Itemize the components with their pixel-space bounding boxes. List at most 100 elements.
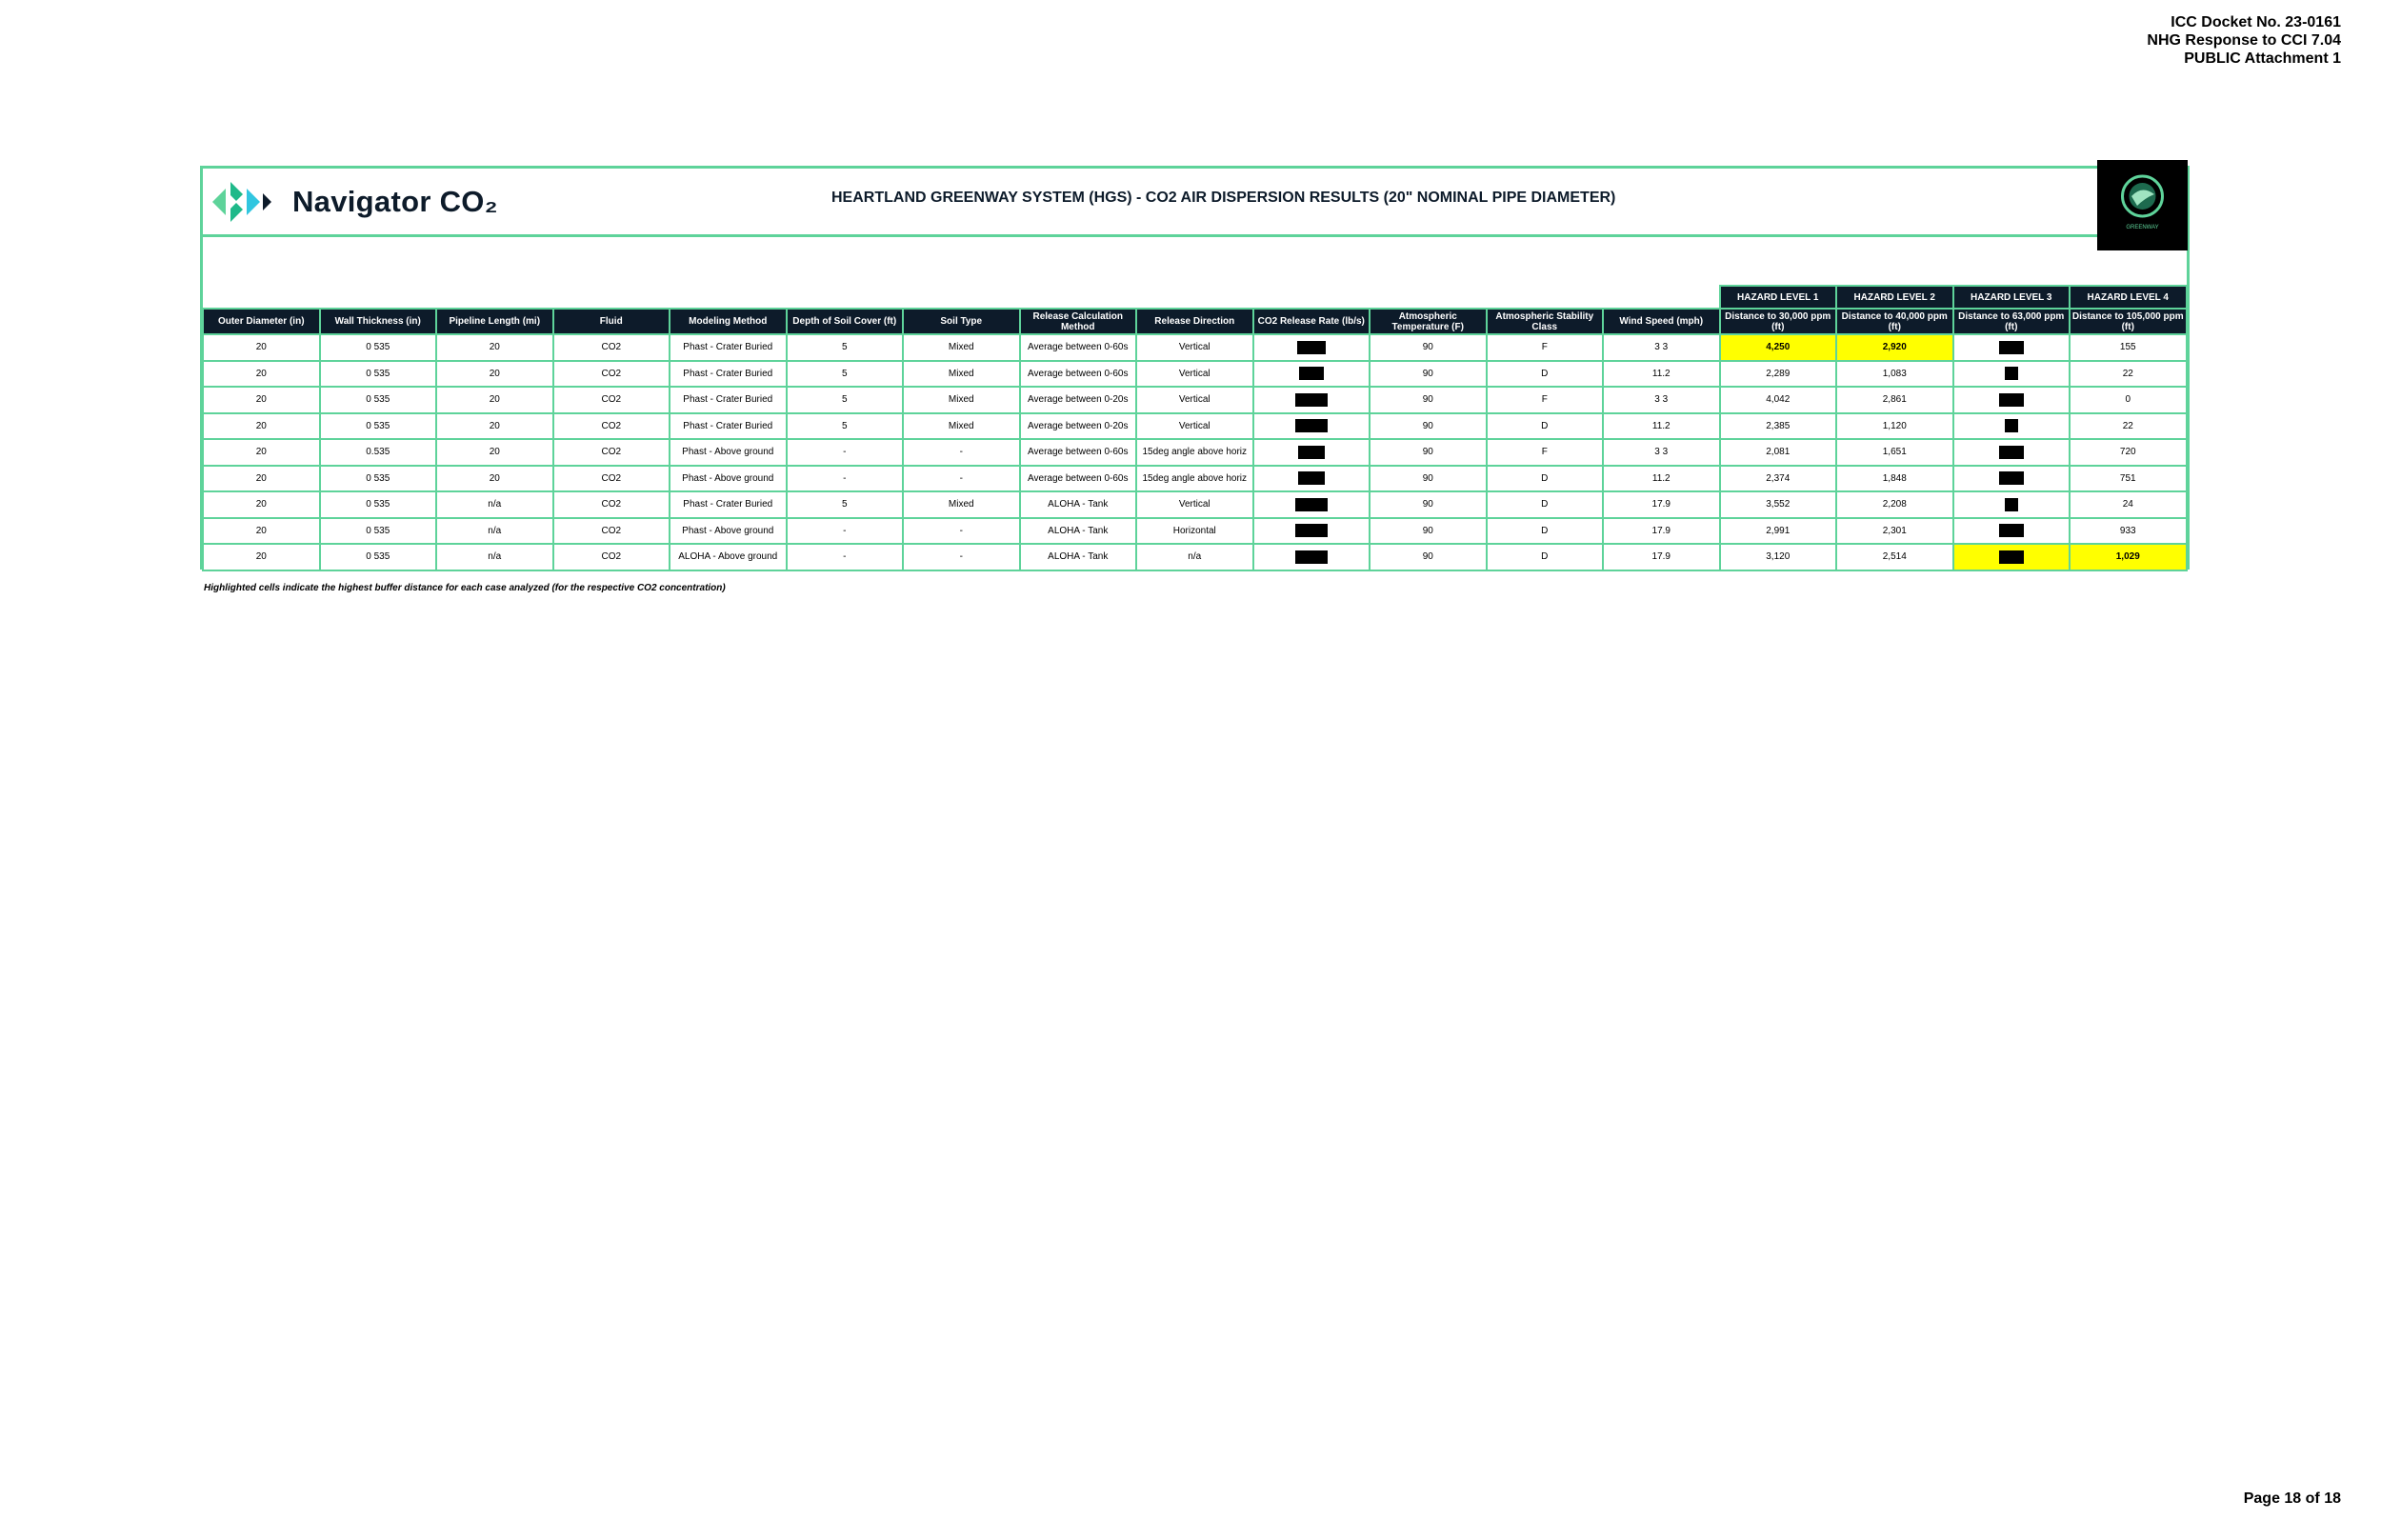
table-cell: 17.9	[1602, 490, 1721, 519]
table-cell: 1,029	[2069, 543, 2188, 571]
table-cell: 20	[435, 386, 554, 414]
table-cell: 17.9	[1602, 543, 1721, 571]
table-cell: 90	[1369, 438, 1488, 467]
dispersion-results-table: HAZARD LEVEL 1 HAZARD LEVEL 2 HAZARD LEV…	[202, 285, 2188, 571]
col-distance-63000: Distance to 63,000 ppm (ft)	[1951, 308, 2071, 335]
table-cell: F	[1485, 438, 1604, 467]
table-cell: Mixed	[902, 359, 1021, 388]
table-cell: 0	[2069, 386, 2188, 414]
table-cell: 0 535	[318, 516, 437, 545]
redaction-box	[1294, 419, 1328, 433]
table-cell: Mixed	[902, 386, 1021, 414]
table-cell: 5	[785, 386, 904, 414]
redaction-box	[1998, 550, 2024, 564]
redaction-box	[2004, 419, 2018, 433]
table-cell	[1951, 543, 2071, 571]
table-cell: -	[785, 464, 904, 492]
table-cell: 90	[1369, 543, 1488, 571]
navigator-mark-icon	[212, 182, 271, 222]
table-body: 20 0 535 20 CO2 Phast - Crater Buried 5 Mixed A…	[202, 333, 2188, 571]
docket-info: ICC Docket No. 23-0161 NHG Response to C…	[2147, 13, 2341, 68]
report-header: Navigator CO₂ HEARTLAND GREENWAY SYSTEM …	[203, 169, 2187, 237]
table-cell: 0 535	[318, 411, 437, 440]
table-row: 20 0.535 20 CO2 Phast - Above ground - - Averag…	[202, 438, 2188, 467]
table-cell: CO2	[551, 516, 670, 545]
table-cell: ALOHA - Tank	[1018, 543, 1137, 571]
table-cell: 5	[785, 333, 904, 362]
col-distance-40000: Distance to 40,000 ppm (ft)	[1835, 308, 1954, 335]
table-row: 20 0 535 20 CO2 Phast - Crater Buried 5 Mixed A…	[202, 386, 2188, 414]
table-cell: Horizontal	[1135, 516, 1254, 545]
table-cell: CO2	[551, 543, 670, 571]
table-cell: 11.2	[1602, 411, 1721, 440]
col-distance-105000: Distance to 105,000 ppm (ft)	[2069, 308, 2188, 335]
table-cell: Phast - Above ground	[669, 464, 788, 492]
table-cell: 0 535	[318, 333, 437, 362]
table-cell: 5	[785, 359, 904, 388]
table-cell: Phast - Crater Buried	[669, 490, 788, 519]
col-modeling-method: Modeling Method	[669, 308, 788, 335]
table-cell: 3,120	[1718, 543, 1837, 571]
table-cell	[1251, 333, 1371, 362]
table-cell: Average between 0-60s	[1018, 464, 1137, 492]
table-cell	[1951, 438, 2071, 467]
table-cell: 15deg angle above horiz	[1135, 464, 1254, 492]
table-cell: n/a	[435, 543, 554, 571]
table-row: 20 0 535 20 CO2 Phast - Crater Buried 5 Mixed A…	[202, 359, 2188, 388]
logo-text: Navigator CO₂	[292, 185, 498, 218]
table-cell: CO2	[551, 490, 670, 519]
table-cell: 1,120	[1835, 411, 1954, 440]
table-cell: 2,920	[1835, 333, 1954, 362]
table-cell: 2,289	[1718, 359, 1837, 388]
table-cell	[1251, 490, 1371, 519]
table-cell: -	[902, 438, 1021, 467]
table-cell: 4,042	[1718, 386, 1837, 414]
table-cell: D	[1485, 543, 1604, 571]
table-cell: Average between 0-20s	[1018, 411, 1137, 440]
table-cell: Phast - Crater Buried	[669, 333, 788, 362]
table-cell	[1951, 359, 2071, 388]
redaction-box	[1294, 392, 1328, 407]
table-cell: Vertical	[1135, 490, 1254, 519]
table-cell: n/a	[435, 516, 554, 545]
redaction-box	[1297, 445, 1325, 459]
redaction-box	[1998, 392, 2024, 407]
table-cell: Vertical	[1135, 411, 1254, 440]
table-row: 20 0 535 n/a CO2 Phast - Crater Buried 5 Mixed…	[202, 490, 2188, 519]
redaction-box	[1998, 471, 2024, 486]
table-cell: -	[902, 543, 1021, 571]
table-cell: ALOHA - Tank	[1018, 490, 1137, 519]
hazard-level-1: HAZARD LEVEL 1	[1718, 285, 1837, 310]
table-cell: Average between 0-60s	[1018, 359, 1137, 388]
attachment-label: PUBLIC Attachment 1	[2184, 50, 2341, 67]
table-cell: Mixed	[902, 411, 1021, 440]
table-cell: 3 3	[1602, 386, 1721, 414]
col-wind-speed: Wind Speed (mph)	[1602, 308, 1721, 335]
redaction-box	[1297, 471, 1325, 486]
table-cell: D	[1485, 411, 1604, 440]
table-cell: 24	[2069, 490, 2188, 519]
docket-number: ICC Docket No. 23-0161	[2171, 14, 2341, 30]
table-row: 20 0 535 n/a CO2 Phast - Above ground - - ALOHA…	[202, 516, 2188, 545]
table-cell: 20	[202, 516, 321, 545]
table-cell: 20	[435, 359, 554, 388]
redaction-box	[1294, 550, 1328, 564]
redaction-box	[2004, 367, 2018, 381]
table-cell: n/a	[1135, 543, 1254, 571]
page-number: Page 18 of 18	[2243, 1490, 2341, 1507]
redaction-box	[1998, 445, 2024, 459]
col-wall-thickness: Wall Thickness (in)	[318, 308, 437, 335]
col-stability-class: Atmospheric Stability Class	[1485, 308, 1604, 335]
hazard-level-3: HAZARD LEVEL 3	[1951, 285, 2071, 310]
table-cell: 0 535	[318, 464, 437, 492]
table-cell: 2,991	[1718, 516, 1837, 545]
hazard-level-row: HAZARD LEVEL 1 HAZARD LEVEL 2 HAZARD LEV…	[203, 285, 2188, 310]
table-cell	[1951, 464, 2071, 492]
table-cell: 2,301	[1835, 516, 1954, 545]
col-soil-type: Soil Type	[902, 308, 1021, 335]
table-cell	[1251, 464, 1371, 492]
table-cell: CO2	[551, 411, 670, 440]
table-cell: 15deg angle above horiz	[1135, 438, 1254, 467]
table-cell: Phast - Crater Buried	[669, 359, 788, 388]
col-atm-temperature: Atmospheric Temperature (F)	[1369, 308, 1488, 335]
